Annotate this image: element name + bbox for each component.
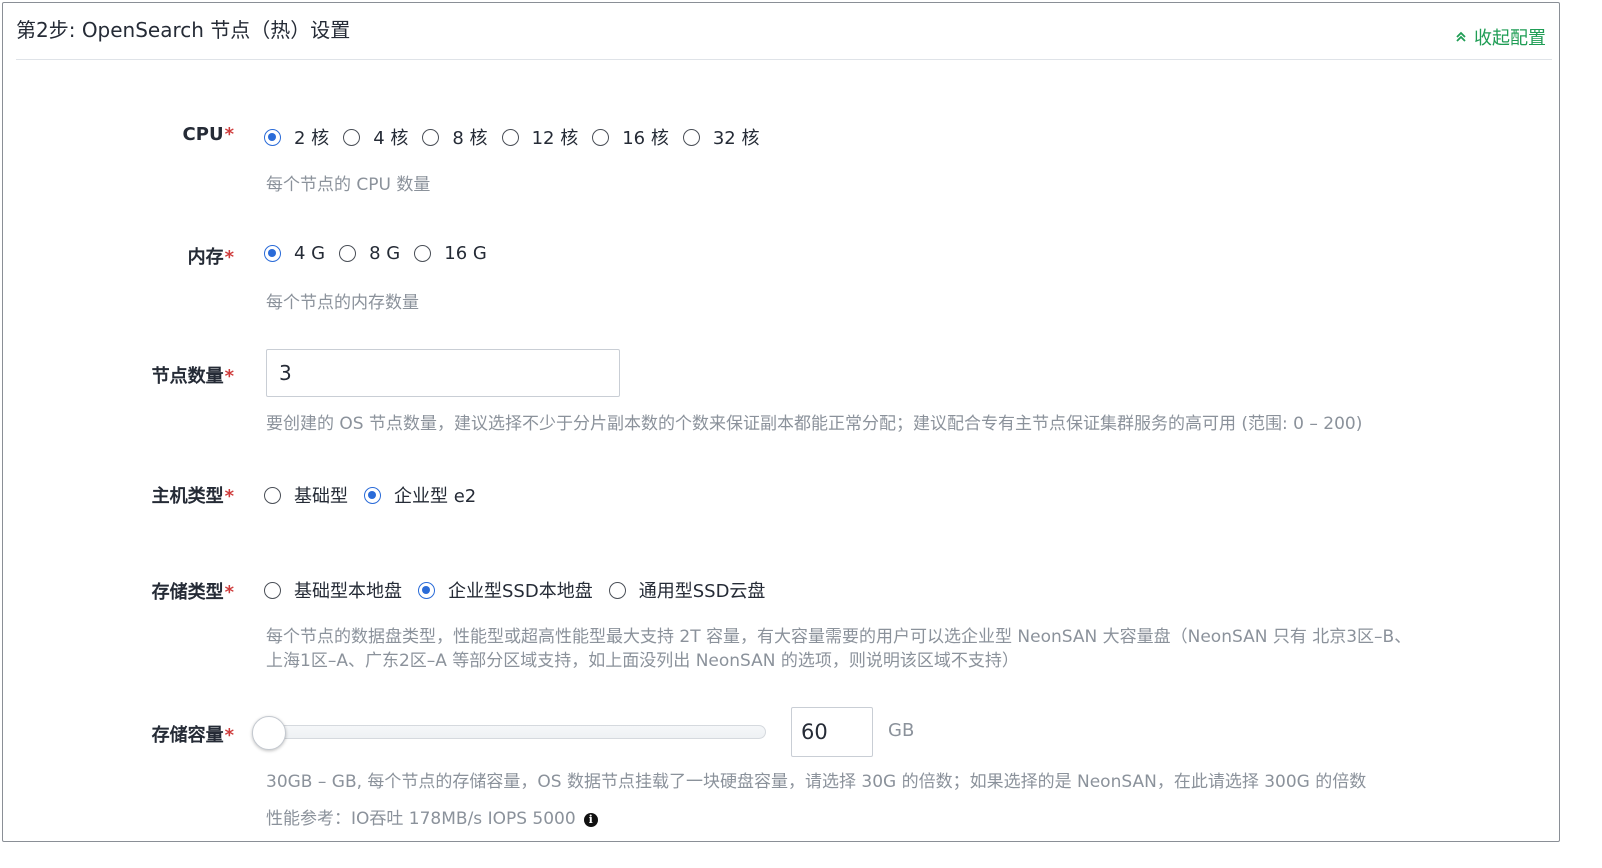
required-mark: *: [224, 366, 234, 387]
radio-icon: [414, 245, 432, 262]
radio-icon: [339, 245, 357, 262]
radio-icon: [264, 128, 281, 146]
cpu-help: 每个节点的 CPU 数量: [266, 175, 431, 195]
node-count-input[interactable]: 3: [266, 349, 620, 397]
storage-type-option-basic-local[interactable]: 基础型本地盘: [264, 577, 402, 603]
cpu-radio-group: 2 核 4 核 8 核 12 核 16 核 32 核: [264, 124, 773, 150]
radio-icon: [682, 128, 700, 146]
storage-type-help-line1: 每个节点的数据盘类型，性能型或超高性能型最大支持 2T 容量，有大容量需要的用户…: [266, 627, 1412, 647]
storage-capacity-help: 30GB – GB, 每个节点的存储容量，OS 数据节点挂载了一块硬盘容量，请选…: [266, 772, 1367, 792]
required-mark: *: [224, 582, 234, 603]
cpu-option-32[interactable]: 32 核: [682, 124, 759, 150]
storage-type-option-general-ssd-cloud[interactable]: 通用型SSD云盘: [608, 577, 765, 603]
required-mark: *: [224, 725, 234, 746]
storage-type-help-line2: 上海1区–A、广东2区–A 等部分区域支持，如上面没列出 NeonSAN 的选项…: [266, 651, 1019, 671]
section-title: 第2步: OpenSearch 节点（热）设置: [16, 18, 351, 42]
required-mark: *: [224, 124, 234, 145]
required-mark: *: [224, 247, 234, 268]
memory-radio-group: 4 G 8 G 16 G: [264, 243, 501, 264]
performance-reference-text: 性能参考：IO吞吐 178MB/s IOPS 5000: [266, 809, 576, 829]
radio-icon: [264, 486, 281, 504]
storage-capacity-input[interactable]: 60: [791, 707, 873, 757]
host-type-option-enterprise-e2[interactable]: 企业型 e2: [364, 482, 476, 508]
cpu-option-12[interactable]: 12 核: [501, 124, 578, 150]
storage-type-radio-group: 基础型本地盘 企业型SSD本地盘 通用型SSD云盘: [264, 577, 779, 603]
memory-label: 内存*: [187, 247, 234, 268]
radio-icon: [608, 581, 626, 599]
radio-icon: [264, 581, 281, 599]
collapse-config-button[interactable]: 收起配置: [1454, 24, 1546, 50]
radio-icon: [422, 128, 440, 146]
header-divider: [16, 59, 1552, 60]
cpu-option-4[interactable]: 4 核: [343, 124, 408, 150]
host-type-option-basic[interactable]: 基础型: [264, 482, 348, 508]
node-count-label: 节点数量*: [151, 366, 234, 387]
storage-capacity-label: 存储容量*: [151, 725, 234, 746]
memory-option-4g[interactable]: 4 G: [264, 243, 325, 264]
cpu-option-2[interactable]: 2 核: [264, 124, 329, 150]
storage-capacity-slider-handle[interactable]: [252, 716, 286, 750]
node-count-help: 要创建的 OS 节点数量，建议选择不少于分片副本数的个数来保证副本都能正常分配；…: [266, 414, 1363, 434]
collapse-config-label: 收起配置: [1474, 28, 1546, 49]
storage-capacity-slider-track[interactable]: [268, 725, 766, 739]
required-mark: *: [224, 486, 234, 507]
radio-icon: [343, 128, 361, 146]
radio-icon: [264, 245, 281, 262]
memory-option-8g[interactable]: 8 G: [339, 243, 400, 264]
host-type-radio-group: 基础型 企业型 e2: [264, 482, 490, 508]
memory-help: 每个节点的内存数量: [266, 293, 419, 313]
cpu-label: CPU*: [182, 124, 234, 145]
cpu-option-8[interactable]: 8 核: [422, 124, 488, 150]
storage-type-option-enterprise-ssd-local[interactable]: 企业型SSD本地盘: [418, 577, 593, 603]
storage-capacity-unit: GB: [888, 720, 915, 741]
radio-icon: [418, 581, 435, 599]
host-type-label: 主机类型*: [151, 486, 234, 507]
performance-reference: 性能参考：IO吞吐 178MB/s IOPS 5000 i: [266, 807, 598, 831]
radio-icon: [501, 128, 519, 146]
info-icon[interactable]: i: [583, 813, 598, 827]
cpu-option-16[interactable]: 16 核: [592, 124, 669, 150]
double-chevron-up-icon: [1456, 31, 1466, 42]
radio-icon: [364, 486, 381, 504]
radio-icon: [592, 128, 610, 146]
storage-type-label: 存储类型*: [151, 582, 234, 603]
memory-option-16g[interactable]: 16 G: [414, 243, 487, 264]
